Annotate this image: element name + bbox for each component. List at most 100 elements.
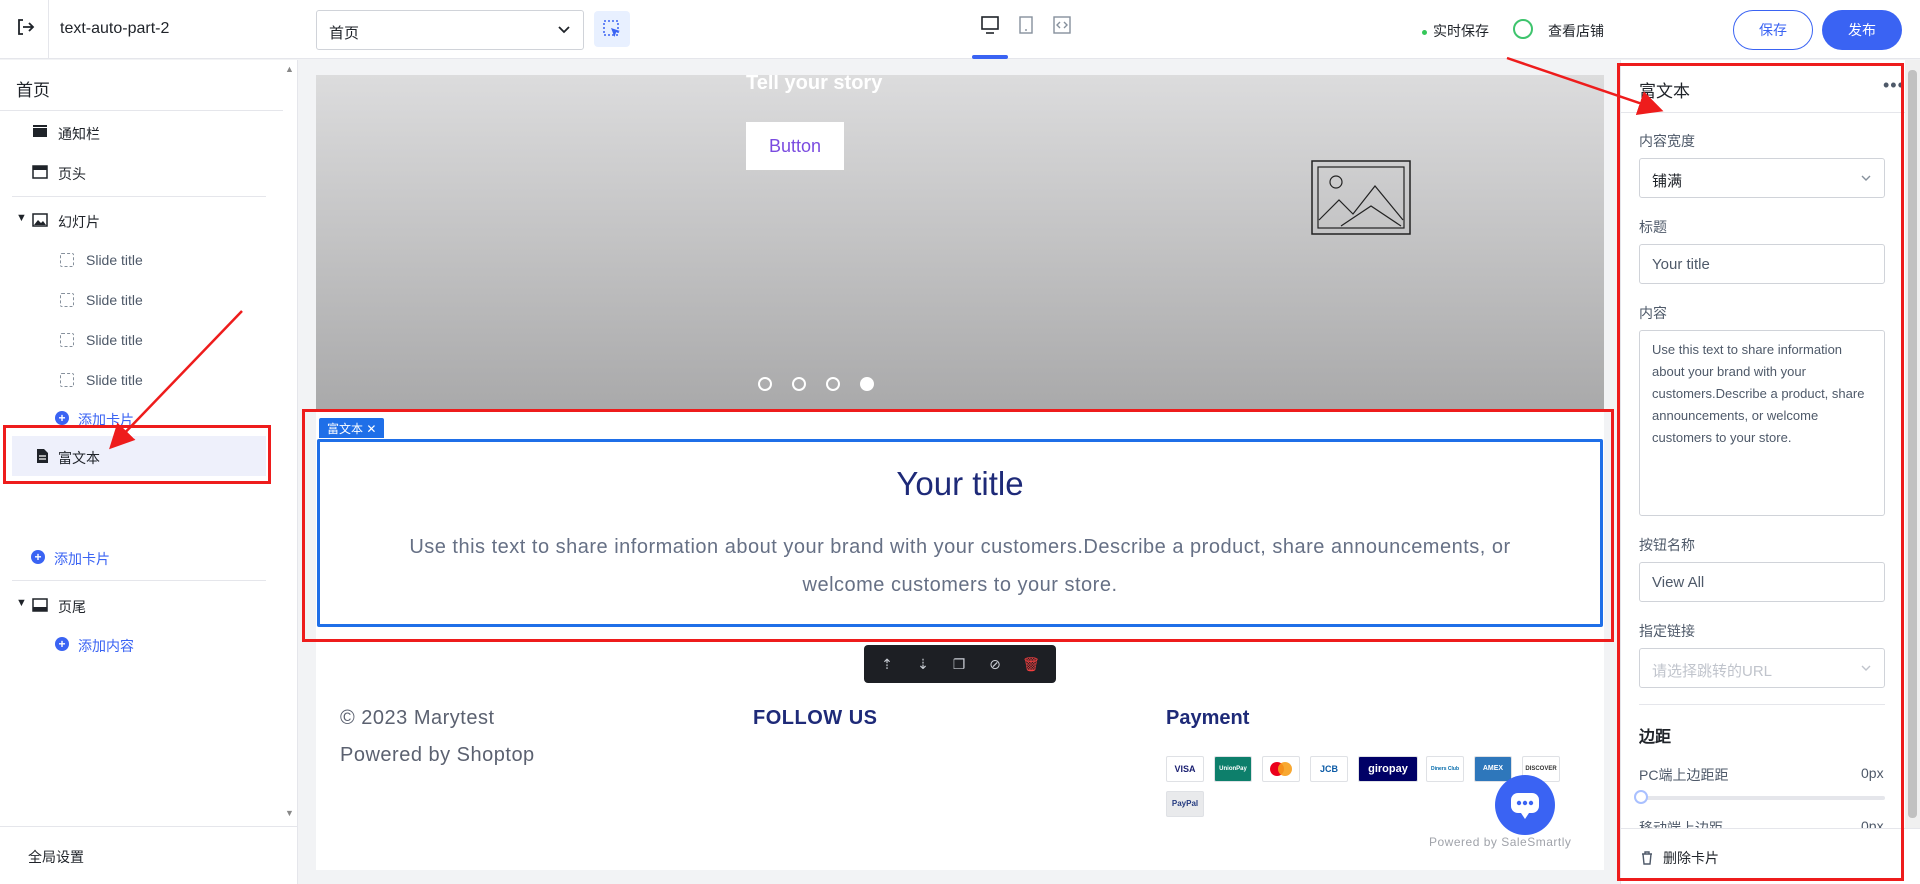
autosave-label: 实时保存 <box>1433 23 1489 39</box>
rich-text-title: Your title <box>896 465 1024 502</box>
element-picker-button[interactable] <box>594 11 630 47</box>
giropay-card-icon: giropay <box>1358 756 1418 782</box>
tree-item-label: 页头 <box>58 166 86 182</box>
tree-item-label: 幻灯片 <box>58 214 100 230</box>
tree-item-footer[interactable]: ▼ 页尾 <box>0 585 280 625</box>
document-icon <box>37 449 48 463</box>
plus-circle-icon: + <box>55 411 69 425</box>
footer-payment-heading: Payment <box>1166 707 1250 729</box>
slide-dot[interactable] <box>792 377 806 391</box>
slide-frame-icon <box>60 293 74 307</box>
hide-icon[interactable]: ⊘ <box>986 655 1004 673</box>
section-toolbar: ⇡ ⇣ ❐ ⊘ 🗑 <box>864 645 1056 683</box>
add-card-button[interactable]: + 添加卡片 <box>0 537 280 577</box>
trash-icon[interactable] <box>1639 850 1655 866</box>
mobile-top-margin-value: 0px <box>1861 818 1884 828</box>
chat-widget-button[interactable] <box>1495 775 1555 835</box>
chat-powered-by: Powered by SaleSmartly <box>1429 835 1572 849</box>
link-label: 指定链接 <box>1639 623 1695 639</box>
caret-down-icon[interactable]: ▼ <box>16 212 27 224</box>
content-label: 内容 <box>1639 305 1667 321</box>
slide-dot[interactable] <box>758 377 772 391</box>
slider-handle[interactable] <box>1634 790 1648 804</box>
mastercard-icon <box>1262 756 1300 782</box>
button-name-input[interactable]: View All <box>1639 562 1885 602</box>
duplicate-icon[interactable]: ❐ <box>950 655 968 673</box>
rich-text-body: Use this text to share information about… <box>409 536 1511 596</box>
spacing-section-title: 边距 <box>1639 729 1672 746</box>
title-input-value: Your title <box>1652 256 1710 273</box>
move-down-icon[interactable]: ⇣ <box>914 655 932 673</box>
tree-item-slide[interactable]: Slide title <box>0 320 280 360</box>
title-label: 标题 <box>1639 219 1667 235</box>
divider <box>12 196 266 197</box>
tree-item-label: 通知栏 <box>58 126 100 142</box>
move-up-icon[interactable]: ⇡ <box>878 655 896 673</box>
code-view-icon[interactable] <box>1051 14 1073 36</box>
add-slide-button[interactable]: + 添加卡片 <box>0 398 280 438</box>
document-name: text-auto-part-2 <box>60 20 170 37</box>
title-input[interactable]: Your title <box>1639 244 1885 284</box>
slide-dot[interactable] <box>826 377 840 391</box>
chevron-down-icon <box>1861 665 1871 671</box>
desktop-view-icon[interactable] <box>979 14 1001 36</box>
tree-item-slide[interactable]: Slide title <box>0 360 280 400</box>
content-width-label: 内容宽度 <box>1639 133 1695 149</box>
button-name-value: View All <box>1652 574 1705 591</box>
footer-powered: Powered by Shoptop <box>340 744 535 766</box>
close-icon[interactable]: ✕ <box>366 422 376 436</box>
global-settings-link[interactable]: 全局设置 <box>28 847 84 867</box>
link-select[interactable]: 请选择跳转的URL <box>1639 648 1885 688</box>
section-tag-label: 富文本 <box>327 422 364 436</box>
publish-button[interactable]: 发布 <box>1822 10 1902 50</box>
top-bar: text-auto-part-2 首页 实时保存 查看店铺 保存 发布 <box>0 0 1920 59</box>
tree-item-header[interactable]: 页头 <box>0 152 280 192</box>
save-button[interactable]: 保存 <box>1733 10 1813 50</box>
header-icon <box>32 165 48 179</box>
add-content-label: 添加内容 <box>78 638 134 654</box>
tree-item-slideshow[interactable]: ▼ 幻灯片 <box>0 200 280 240</box>
view-shop-icon[interactable] <box>1513 19 1533 39</box>
tree-item-label: Slide title <box>86 372 143 388</box>
divider <box>1639 704 1885 705</box>
slide-frame-icon <box>60 373 74 387</box>
tree-item-label: 富文本 <box>58 450 100 466</box>
tree-item-label: Slide title <box>86 252 143 268</box>
tree-item-rich-text[interactable]: 富文本 <box>12 436 266 476</box>
tree-item-slide[interactable]: Slide title <box>0 280 280 320</box>
content-textarea[interactable]: Use this text to share information about… <box>1639 330 1885 516</box>
caret-down-icon[interactable]: ▼ <box>16 597 27 609</box>
add-content-button[interactable]: + 添加内容 <box>0 624 280 664</box>
exit-icon[interactable] <box>14 16 36 38</box>
left-scrollbar[interactable]: ▲ ▼ <box>283 60 298 824</box>
paypal-card-icon: PayPal <box>1166 791 1204 817</box>
divider <box>0 826 298 827</box>
page-select[interactable]: 首页 <box>316 10 584 50</box>
hero-button[interactable]: Button <box>746 122 844 170</box>
more-options-icon[interactable]: ••• <box>1883 75 1905 96</box>
view-shop-link[interactable]: 查看店铺 <box>1548 21 1604 41</box>
button-name-label: 按钮名称 <box>1639 537 1695 553</box>
content-width-select[interactable]: 铺满 <box>1639 158 1885 198</box>
delete-card-button[interactable]: 删除卡片 <box>1663 848 1719 868</box>
tree-item-announcement[interactable]: 通知栏 <box>0 112 280 152</box>
tablet-view-icon[interactable] <box>1015 14 1037 36</box>
pc-top-margin-slider[interactable] <box>1639 796 1885 800</box>
select-cursor-icon <box>603 20 620 37</box>
slide-dot[interactable] <box>860 377 874 391</box>
jcb-card-icon: JCB <box>1310 756 1348 782</box>
tree-item-slide[interactable]: Slide title <box>0 240 280 280</box>
visa-card-icon: VISA <box>1166 756 1204 782</box>
footer-follow-heading: FOLLOW US <box>753 707 878 729</box>
scrollbar-thumb[interactable] <box>1908 70 1917 818</box>
tree-item-label: 页尾 <box>58 599 86 615</box>
delete-icon[interactable]: 🗑 <box>1022 655 1040 673</box>
autosave-status: 实时保存 <box>1422 21 1489 41</box>
slideshow-section[interactable]: Tell your story Button <box>316 75 1604 410</box>
divider <box>12 580 266 581</box>
layers-panel: 首页 通知栏 页头 ▼ 幻灯片 Slide title Slide title … <box>0 60 298 884</box>
preview-canvas: Tell your story Button 富文本 ✕ Your title … <box>316 75 1604 870</box>
section-tag[interactable]: 富文本 ✕ <box>319 418 385 438</box>
add-slide-label: 添加卡片 <box>78 412 134 428</box>
footer-copyright: © 2023 Marytest <box>340 707 495 729</box>
